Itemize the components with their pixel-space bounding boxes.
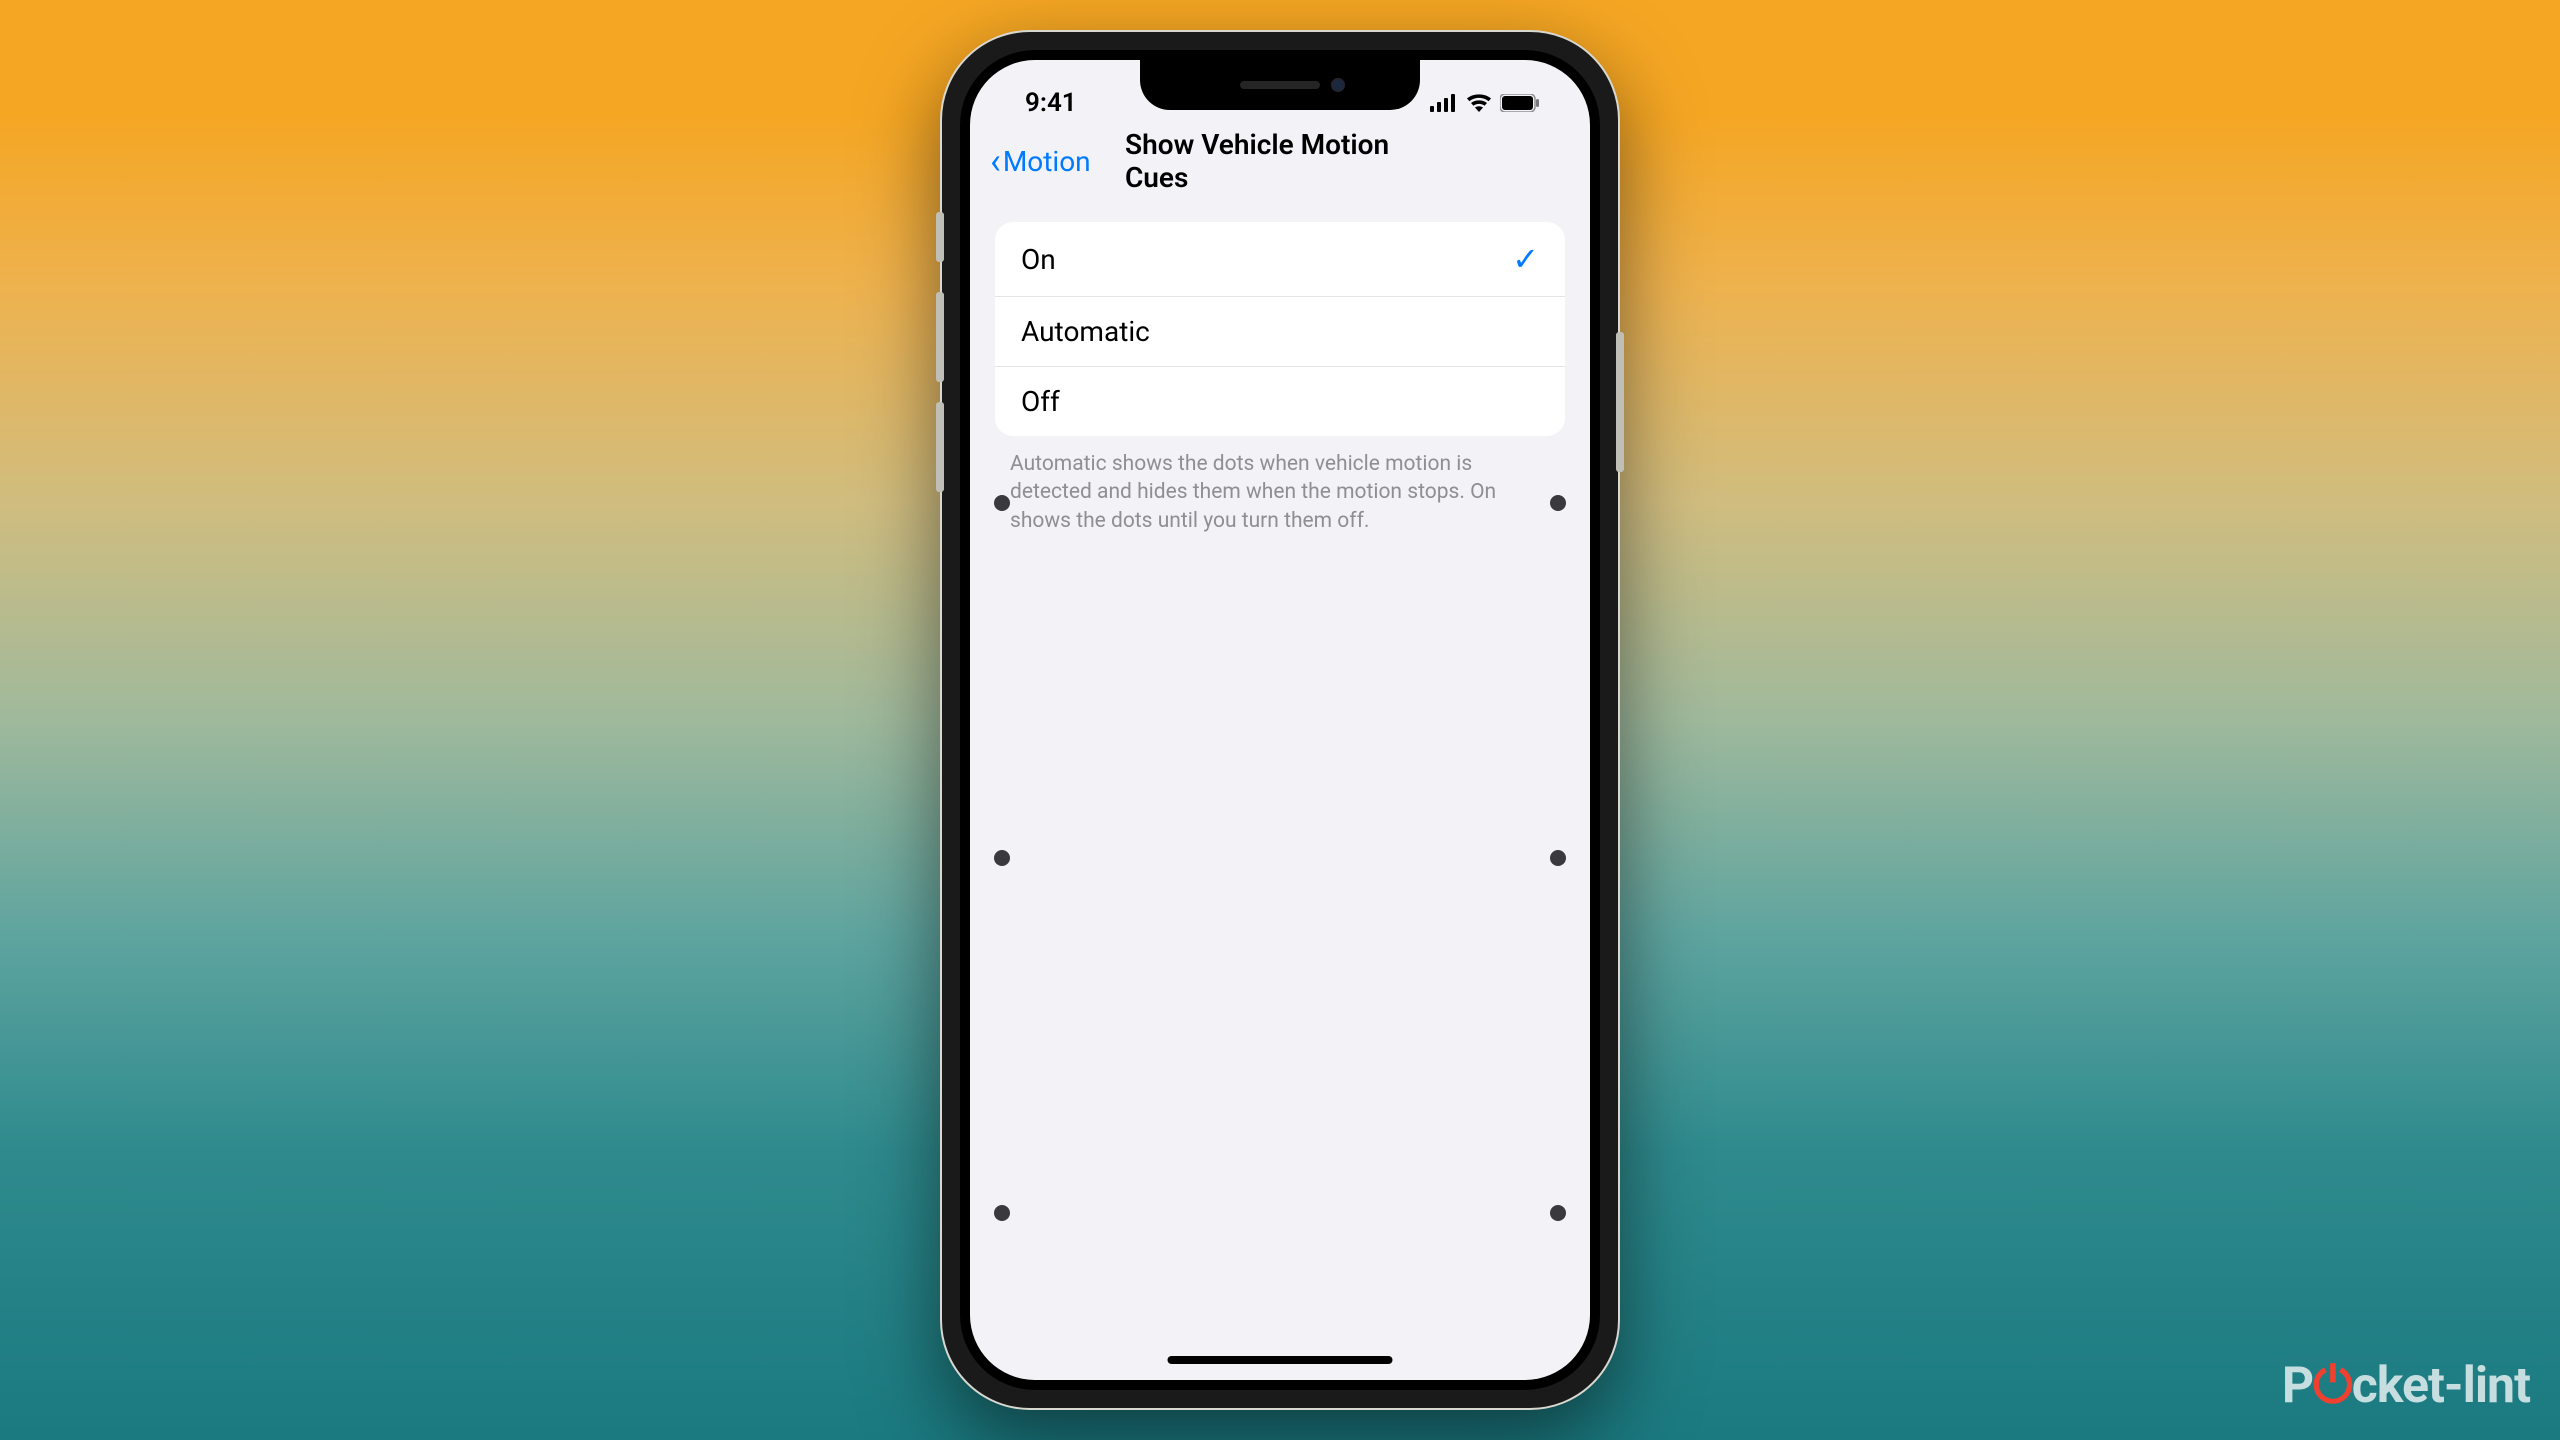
front-camera <box>1331 78 1345 92</box>
silent-switch <box>936 212 944 262</box>
motion-cues-option-group: On ✓ Automatic Off <box>995 222 1565 436</box>
chevron-left-icon: ‹ <box>990 143 1001 179</box>
option-label: On <box>1021 243 1056 276</box>
option-on[interactable]: On ✓ <box>995 222 1565 297</box>
battery-icon <box>1500 94 1540 112</box>
watermark-brand: P⏻cket-lint <box>2282 1357 2530 1415</box>
power-icon: ⏻ <box>2313 1357 2352 1415</box>
option-label: Automatic <box>1021 315 1150 348</box>
status-icons <box>1430 94 1540 112</box>
phone-device-frame: 9:41 <box>940 30 1620 1410</box>
option-automatic[interactable]: Automatic <box>995 297 1565 367</box>
back-button[interactable]: ‹ Motion <box>990 143 1091 179</box>
back-button-label: Motion <box>1003 145 1091 178</box>
option-off[interactable]: Off <box>995 367 1565 436</box>
volume-down-button <box>936 402 944 492</box>
home-indicator[interactable] <box>1168 1356 1393 1364</box>
option-label: Off <box>1021 385 1060 418</box>
speaker-grille <box>1240 81 1320 89</box>
motion-dot <box>1550 1205 1566 1221</box>
page-title: Show Vehicle Motion Cues <box>1125 128 1435 194</box>
phone-bezel: 9:41 <box>960 50 1600 1390</box>
motion-dot <box>1550 850 1566 866</box>
motion-dot <box>994 850 1010 866</box>
wifi-icon <box>1466 94 1492 112</box>
watermark-post: cket-lint <box>2352 1357 2530 1415</box>
settings-footer-text: Automatic shows the dots when vehicle mo… <box>970 436 1590 549</box>
cellular-signal-icon <box>1430 94 1458 112</box>
phone-notch <box>1140 60 1420 110</box>
watermark-pre: P <box>2282 1357 2313 1415</box>
status-time: 9:41 <box>1025 88 1077 118</box>
power-button <box>1616 332 1624 472</box>
motion-dot <box>994 1205 1010 1221</box>
volume-up-button <box>936 292 944 382</box>
navigation-bar: ‹ Motion Show Vehicle Motion Cues <box>970 130 1590 192</box>
checkmark-icon: ✓ <box>1512 240 1539 278</box>
phone-screen: 9:41 <box>970 60 1590 1380</box>
